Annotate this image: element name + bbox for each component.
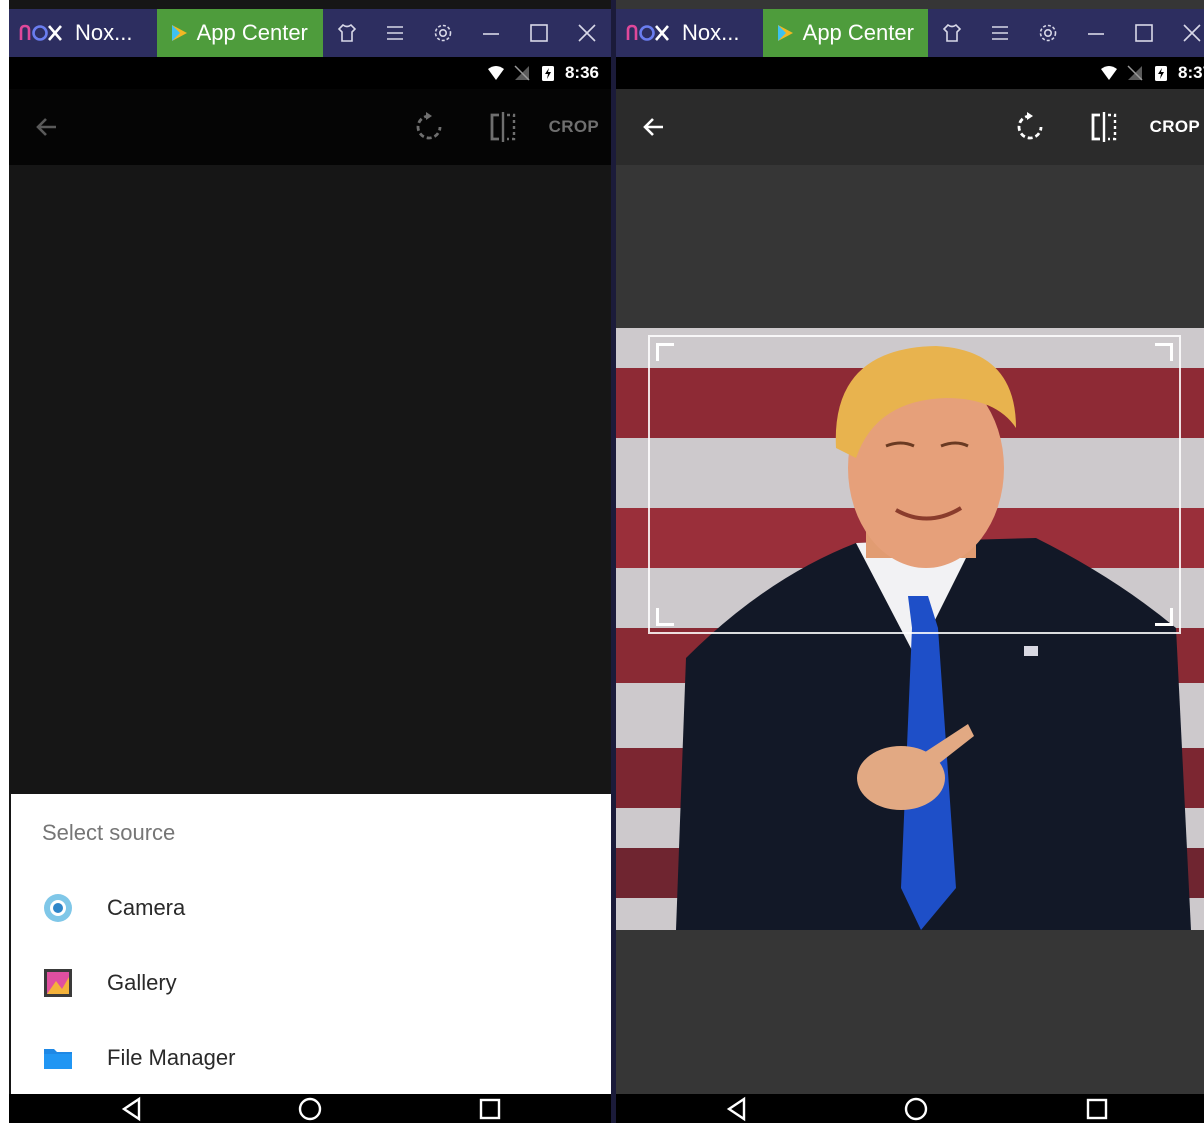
close-button[interactable] (1168, 9, 1204, 57)
source-item-camera[interactable]: Camera (11, 870, 611, 945)
crop-handle-top-right[interactable] (1155, 343, 1173, 361)
crop-button[interactable]: CROP (1150, 117, 1200, 137)
shirt-icon (942, 23, 962, 42)
flip-icon (490, 112, 515, 142)
sheet-title: Select source (42, 820, 176, 845)
crop-button[interactable]: CROP (549, 117, 599, 137)
editor-toolbar: CROP (9, 89, 611, 165)
crop-handle-top-left[interactable] (656, 343, 674, 361)
settings-button[interactable] (419, 9, 467, 57)
battery-charging-icon (541, 66, 554, 81)
nav-home-icon[interactable] (903, 1096, 929, 1122)
no-signal-icon (514, 65, 530, 81)
left-emulator-window: Nox... App Center 8:36 CROP Select sourc… (9, 0, 611, 1123)
no-signal-icon (1127, 65, 1143, 81)
nav-back-icon[interactable] (119, 1096, 145, 1122)
menu-icon (992, 26, 1008, 40)
status-time: 8:37 (1178, 63, 1204, 82)
crop-selection-frame[interactable] (648, 335, 1181, 634)
nav-home-icon[interactable] (297, 1096, 323, 1122)
nox-window-title: Nox... (682, 20, 740, 45)
menu-icon (387, 26, 403, 40)
app-center-button[interactable]: App Center (762, 9, 928, 57)
nav-back-icon[interactable] (724, 1096, 750, 1122)
app-center-label: App Center (802, 20, 914, 45)
android-nav-bar (9, 1094, 611, 1123)
gallery-icon (44, 968, 72, 997)
maximize-button[interactable] (515, 9, 563, 57)
arrow-back-icon (643, 118, 663, 136)
source-item-file-manager[interactable]: File Manager (11, 1020, 611, 1095)
app-center-label: App Center (196, 20, 308, 45)
shirt-icon (337, 23, 357, 42)
source-label-camera: Camera (107, 894, 186, 920)
status-time: 8:36 (564, 63, 599, 82)
skin-button[interactable] (323, 9, 371, 57)
rotate-icon (416, 112, 442, 140)
camera-icon (44, 893, 72, 922)
crop-handle-bottom-left[interactable] (656, 608, 674, 626)
back-button[interactable] (624, 89, 684, 165)
maximize-icon (530, 24, 548, 42)
rotate-button[interactable] (1002, 89, 1058, 165)
source-label-file-manager: File Manager (107, 1044, 236, 1070)
wifi-icon (1101, 66, 1117, 80)
rotate-icon (1017, 112, 1043, 140)
source-label-gallery: Gallery (107, 969, 177, 995)
nox-titlebar: Nox... App Center (9, 9, 611, 57)
maximize-button[interactable] (1120, 9, 1168, 57)
minimize-icon (1088, 33, 1104, 35)
settings-button[interactable] (1024, 9, 1072, 57)
battery-charging-icon (1155, 66, 1167, 81)
close-button[interactable] (563, 9, 611, 57)
gear-icon (434, 24, 452, 42)
nox-titlebar: Nox... App Center (616, 9, 1204, 57)
close-icon (578, 24, 596, 42)
rotate-button[interactable] (401, 89, 457, 165)
right-emulator-window: Nox... App Center 8:3 CROP (616, 0, 1204, 1123)
flip-icon (1091, 112, 1116, 142)
app-center-button[interactable]: App Center (156, 9, 323, 57)
menu-button[interactable] (976, 9, 1024, 57)
flip-button[interactable] (1076, 89, 1132, 165)
arrow-back-icon (36, 118, 56, 136)
back-button[interactable] (17, 89, 77, 165)
nox-tab[interactable]: Nox... (616, 9, 763, 57)
android-status-bar: 8:37 (616, 57, 1204, 89)
nav-recents-icon[interactable] (477, 1096, 503, 1122)
gear-icon (1039, 24, 1057, 42)
close-icon (1183, 24, 1201, 42)
play-store-icon (777, 25, 793, 41)
nox-tab[interactable]: Nox... (9, 9, 157, 57)
nox-logo-icon (19, 24, 62, 41)
editor-toolbar: CROP (616, 89, 1204, 165)
nox-window-title: Nox... (75, 20, 133, 45)
android-status-bar: 8:36 (9, 57, 611, 89)
nav-recents-icon[interactable] (1084, 1096, 1110, 1122)
menu-button[interactable] (371, 9, 419, 57)
skin-button[interactable] (928, 9, 976, 57)
nox-logo-icon (626, 24, 669, 41)
source-item-gallery[interactable]: Gallery (11, 945, 611, 1020)
select-source-sheet: Select source Camera Gallery File Manage (11, 794, 611, 1094)
maximize-icon (1135, 24, 1153, 42)
minimize-button[interactable] (467, 9, 515, 57)
crop-handle-bottom-right[interactable] (1155, 608, 1173, 626)
play-store-icon (171, 25, 187, 41)
minimize-icon (483, 33, 499, 35)
wifi-icon (487, 66, 504, 80)
minimize-button[interactable] (1072, 9, 1120, 57)
flip-button[interactable] (475, 89, 531, 165)
android-nav-bar (616, 1094, 1204, 1123)
folder-icon (44, 1048, 72, 1069)
